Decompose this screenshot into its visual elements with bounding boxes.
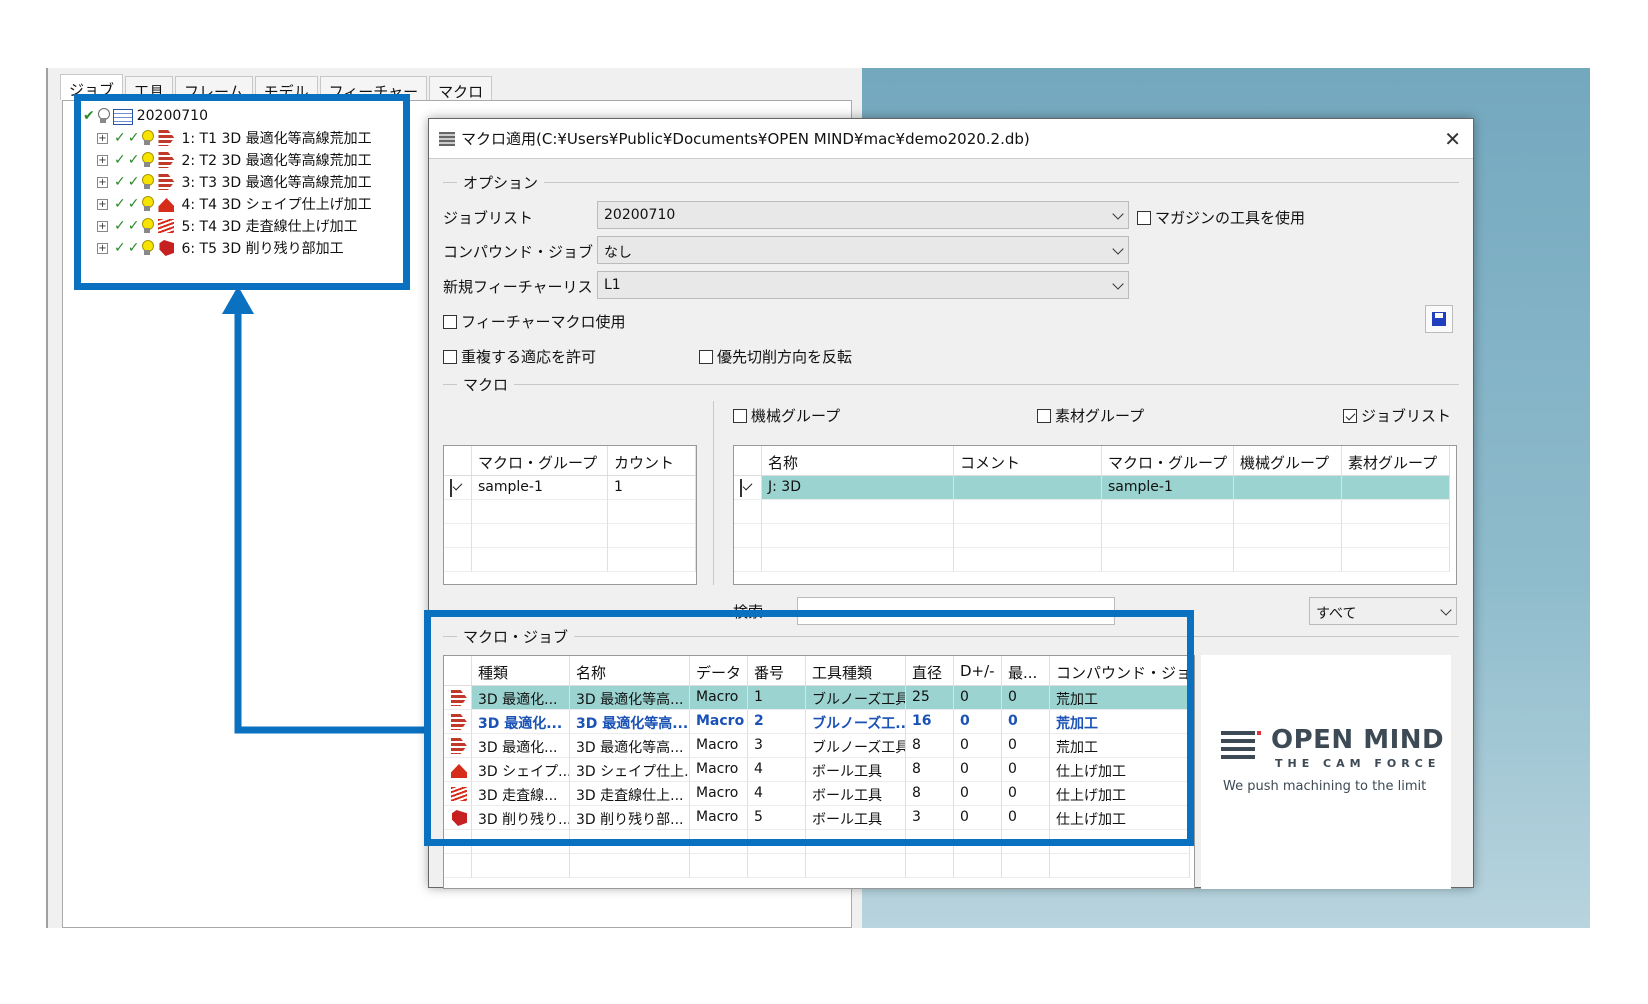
cell	[1342, 476, 1450, 500]
table-row	[444, 548, 696, 572]
dialog-icon	[439, 131, 455, 146]
table-row	[444, 854, 1190, 878]
column-header[interactable]: 名称	[762, 446, 954, 476]
job-grid-highlight-box	[424, 610, 1194, 846]
logo-slogan: We push machining to the limit	[1223, 779, 1427, 794]
cell	[954, 476, 1102, 500]
highlight-arrow	[222, 286, 430, 734]
feature-list-value: L1	[604, 277, 621, 293]
cell: sample-1	[472, 476, 608, 500]
material-group-label: 素材グループ	[1055, 407, 1145, 425]
feature-list-label: 新規フィーチャーリスト	[443, 278, 608, 296]
chevron-down-icon	[1112, 208, 1124, 220]
use-magazine-checkbox[interactable]: マガジンの工具を使用	[1137, 207, 1305, 228]
joblist-checkbox[interactable]: ジョブリスト	[1343, 405, 1451, 426]
checkbox-box[interactable]	[1037, 408, 1051, 423]
checkbox-box[interactable]	[699, 349, 713, 364]
divider	[713, 401, 714, 585]
compound-select[interactable]: なし	[597, 236, 1129, 264]
options-group: オプション	[443, 173, 1459, 192]
feature-macro-label: フィーチャーマクロ使用	[461, 313, 626, 331]
tab-macro[interactable]: マクロ	[429, 76, 493, 101]
chevron-down-icon	[1112, 243, 1124, 255]
open-mind-logo: OPEN MIND THE CAM FORCE We push machinin…	[1201, 655, 1451, 889]
joblist-label: ジョブリスト	[443, 209, 534, 227]
machine-group-label: 機械グループ	[751, 407, 841, 425]
grid-header: マクロ・グループ カウント	[444, 446, 696, 476]
column-header[interactable]: マクロ・グループ	[472, 446, 608, 476]
logo-name: OPEN MIND	[1271, 725, 1445, 755]
checkbox-box[interactable]	[1137, 210, 1151, 225]
filter-select[interactable]: すべて	[1309, 597, 1457, 625]
row-checkbox[interactable]	[450, 479, 452, 497]
column-header[interactable]: 機械グループ	[1234, 446, 1342, 476]
joblist-value: 20200710	[604, 207, 676, 223]
macro-group-grid: マクロ・グループ カウント sample-1 1	[443, 445, 697, 585]
cell	[1234, 476, 1342, 500]
allow-duplicate-checkbox[interactable]: 重複する適応を許可	[443, 346, 596, 367]
cell: sample-1	[1102, 476, 1234, 500]
feature-list-select[interactable]: L1	[597, 271, 1129, 299]
column-header[interactable]: 素材グループ	[1342, 446, 1450, 476]
chevron-down-icon	[1112, 278, 1124, 290]
material-group-checkbox[interactable]: 素材グループ	[1037, 405, 1144, 426]
joblist-select[interactable]: 20200710	[597, 201, 1129, 229]
macro-list-grid: 名称 コメント マクロ・グループ 機械グループ 素材グループ J: 3D sam…	[733, 445, 1457, 585]
reverse-direction-checkbox[interactable]: 優先切削方向を反転	[699, 346, 852, 367]
logo-tagline: THE CAM FORCE	[1275, 757, 1441, 770]
dialog-title: マクロ適用(C:¥Users¥Public¥Documents¥OPEN MIN…	[461, 130, 1030, 148]
dialog-titlebar: マクロ適用(C:¥Users¥Public¥Documents¥OPEN MIN…	[429, 119, 1473, 159]
logo-bars-icon	[1221, 731, 1261, 759]
column-header[interactable]: コメント	[954, 446, 1102, 476]
table-row	[444, 500, 696, 524]
table-row	[734, 548, 1450, 572]
filter-value: すべて	[1316, 606, 1357, 622]
table-row[interactable]: sample-1 1	[444, 476, 696, 500]
use-magazine-label: マガジンの工具を使用	[1155, 209, 1306, 227]
joblist-cb-label: ジョブリスト	[1361, 407, 1452, 425]
allow-duplicate-label: 重複する適応を許可	[461, 348, 597, 366]
machine-group-checkbox[interactable]: 機械グループ	[733, 405, 840, 426]
macro-group: マクロ	[443, 375, 1459, 394]
options-group-label: オプション	[463, 173, 539, 192]
table-row	[444, 524, 696, 548]
macro-group-label: マクロ	[463, 375, 509, 394]
compound-value: なし	[604, 245, 632, 261]
chevron-down-icon	[1440, 604, 1452, 616]
close-icon[interactable]: ✕	[1444, 127, 1461, 151]
checkbox-box[interactable]	[1343, 408, 1357, 423]
compound-label: コンパウンド・ジョブ	[443, 243, 594, 261]
column-header[interactable]: マクロ・グループ	[1102, 446, 1234, 476]
checkbox-box[interactable]	[733, 408, 747, 423]
cell: 1	[608, 476, 696, 500]
column-header[interactable]: カウント	[608, 446, 696, 476]
save-icon[interactable]	[1425, 305, 1453, 333]
feature-macro-checkbox[interactable]: フィーチャーマクロ使用	[443, 311, 626, 332]
table-row	[734, 500, 1450, 524]
checkbox-box[interactable]	[443, 314, 457, 329]
checkbox-box[interactable]	[443, 349, 457, 364]
row-checkbox[interactable]	[740, 479, 742, 497]
reverse-direction-label: 優先切削方向を反転	[717, 348, 853, 366]
table-row	[734, 524, 1450, 548]
tree-highlight-box	[74, 94, 410, 290]
grid-header: 名称 コメント マクロ・グループ 機械グループ 素材グループ	[734, 446, 1450, 476]
table-row[interactable]: J: 3D sample-1	[734, 476, 1450, 500]
cell: J: 3D	[762, 476, 954, 500]
